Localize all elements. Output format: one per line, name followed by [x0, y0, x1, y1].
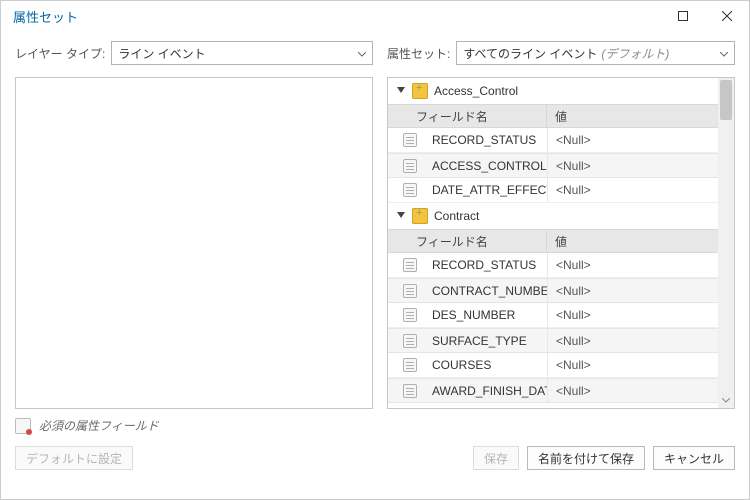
required-fields-hint: 必須の属性フィールド: [1, 409, 749, 438]
field-value[interactable]: <Null>: [547, 379, 718, 402]
table-row[interactable]: AWARD_FINISH_DATE<Null>: [388, 378, 718, 403]
title-bar: 属性セット: [1, 1, 749, 31]
field-icon: [403, 384, 417, 398]
table-header: フィールド名値: [388, 104, 718, 128]
attrset-combo[interactable]: すべてのライン イベント (デフォルト): [456, 41, 735, 65]
field-name: COURSES: [432, 353, 547, 377]
cancel-button[interactable]: キャンセル: [653, 446, 735, 470]
group-name: Access_Control: [434, 84, 518, 98]
field-icon: [403, 358, 417, 372]
button-bar: デフォルトに設定 保存 名前を付けて保存 キャンセル: [1, 438, 749, 482]
required-hint-text: 必須の属性フィールド: [39, 417, 159, 434]
table-row[interactable]: COURSES<Null>: [388, 353, 718, 378]
required-field-icon: [15, 418, 31, 434]
disclosure-triangle-icon: [396, 209, 406, 223]
table-row[interactable]: ACCESS_CONTROL<Null>: [388, 153, 718, 178]
chevron-down-icon: [358, 46, 366, 60]
layer-type-label: レイヤー タイプ:: [15, 45, 105, 62]
field-value[interactable]: <Null>: [547, 253, 718, 277]
group-icon: [412, 208, 428, 224]
field-value[interactable]: <Null>: [547, 303, 718, 327]
field-icon: [403, 308, 417, 322]
header-field-name: フィールド名: [388, 230, 547, 252]
field-icon: [403, 183, 417, 197]
scrollbar[interactable]: [718, 78, 734, 408]
table-row[interactable]: DATE_ATTR_EFFECTIVE<Null>: [388, 178, 718, 203]
field-name: CONTRACT_NUMBER: [432, 279, 547, 302]
scrollbar-thumb[interactable]: [720, 80, 732, 120]
group-row[interactable]: Contract: [388, 203, 718, 229]
header-field-name: フィールド名: [388, 105, 547, 127]
field-name: RECORD_STATUS: [432, 128, 547, 152]
field-name: ACCESS_CONTROL: [432, 154, 547, 177]
left-list-panel: [15, 77, 373, 409]
field-value[interactable]: <Null>: [547, 279, 718, 302]
field-value[interactable]: <Null>: [547, 329, 718, 352]
field-name: SURFACE_TYPE: [432, 329, 547, 352]
save-button: 保存: [473, 446, 519, 470]
table-row[interactable]: SURFACE_TYPE<Null>: [388, 328, 718, 353]
table-row[interactable]: DES_NUMBER<Null>: [388, 303, 718, 328]
group-row[interactable]: Access_Control: [388, 78, 718, 104]
field-value[interactable]: <Null>: [547, 128, 718, 152]
group-name: Contract: [434, 209, 479, 223]
scroll-down-icon[interactable]: [718, 392, 734, 408]
field-name: DES_NUMBER: [432, 303, 547, 327]
header-value: 値: [547, 105, 718, 127]
chevron-down-icon: [720, 46, 728, 60]
layer-type-combo[interactable]: ライン イベント: [111, 41, 373, 65]
maximize-button[interactable]: [661, 1, 705, 31]
table-row[interactable]: RECORD_STATUS<Null>: [388, 128, 718, 153]
field-icon: [403, 334, 417, 348]
layer-type-value: ライン イベント: [118, 45, 205, 62]
close-button[interactable]: [705, 1, 749, 31]
field-icon: [403, 159, 417, 173]
field-name: DATE_ATTR_EFFECTIVE: [432, 178, 547, 202]
attrset-default-hint: (デフォルト): [601, 45, 669, 62]
field-icon: [403, 133, 417, 147]
header-value: 値: [547, 230, 718, 252]
attrset-label: 属性セット:: [387, 45, 450, 62]
window-title: 属性セット: [13, 7, 78, 26]
attribute-tree-panel: Access_Controlフィールド名値RECORD_STATUS<Null>…: [387, 77, 735, 409]
field-value[interactable]: <Null>: [547, 353, 718, 377]
maximize-icon: [678, 11, 688, 21]
field-value[interactable]: <Null>: [547, 178, 718, 202]
table-row[interactable]: RECORD_STATUS<Null>: [388, 253, 718, 278]
field-icon: [403, 284, 417, 298]
attrset-value: すべてのライン イベント: [463, 45, 597, 62]
group-icon: [412, 83, 428, 99]
table-row[interactable]: CONTRACT_NUMBER<Null>: [388, 278, 718, 303]
field-icon: [403, 258, 417, 272]
field-value[interactable]: <Null>: [547, 154, 718, 177]
close-icon: [722, 11, 732, 21]
field-name: RECORD_STATUS: [432, 253, 547, 277]
set-default-button: デフォルトに設定: [15, 446, 133, 470]
disclosure-triangle-icon: [396, 84, 406, 98]
field-name: AWARD_FINISH_DATE: [432, 379, 547, 402]
table-header: フィールド名値: [388, 229, 718, 253]
save-as-button[interactable]: 名前を付けて保存: [527, 446, 645, 470]
